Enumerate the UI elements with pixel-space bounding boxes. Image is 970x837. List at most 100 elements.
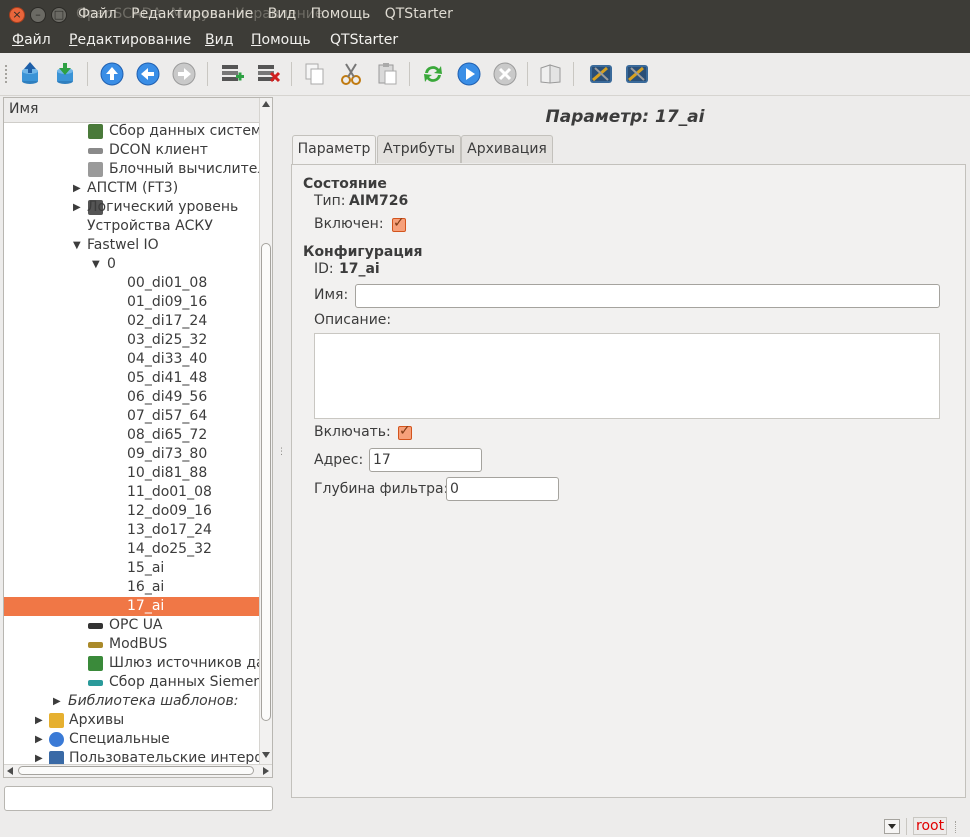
- copy-icon[interactable]: [302, 61, 328, 87]
- tab-attributes[interactable]: Атрибуты: [377, 135, 461, 163]
- to-enable-checkbox[interactable]: ✓: [398, 423, 412, 440]
- statusbar: root: [0, 813, 970, 837]
- tree-horizontal-scrollbar[interactable]: [4, 764, 272, 777]
- tree-item[interactable]: ▼ Fastwel IO: [4, 236, 260, 255]
- global-menu-file[interactable]: Файл: [78, 6, 117, 22]
- tree-item[interactable]: 02_di17_24: [4, 312, 260, 331]
- tree-item[interactable]: 13_do17_24: [4, 521, 260, 540]
- db-load-icon[interactable]: [17, 61, 43, 87]
- tree-item-label: 12_do09_16: [127, 503, 212, 519]
- global-menu-help[interactable]: Помощь: [311, 6, 371, 22]
- tree-item[interactable]: 00_di01_08: [4, 274, 260, 293]
- cut-icon[interactable]: [338, 61, 364, 87]
- expanded-arrow-icon[interactable]: ▼: [73, 236, 81, 255]
- window-minimize-button[interactable]: –: [30, 7, 46, 23]
- tree-item[interactable]: ▶ Логический уровень: [4, 198, 260, 217]
- tree-item[interactable]: 05_di41_48: [4, 369, 260, 388]
- address-field[interactable]: 17: [369, 448, 482, 472]
- tree-item[interactable]: ▼ 0: [4, 255, 260, 274]
- menu-edit[interactable]: Редактирование: [69, 32, 191, 48]
- tree-item[interactable]: 09_di73_80: [4, 445, 260, 464]
- menubar: Файл Редактирование Вид Помощь QTStarter: [0, 30, 970, 53]
- collapsed-arrow-icon[interactable]: ▶: [73, 198, 81, 217]
- delete-item-icon[interactable]: [255, 61, 281, 87]
- forward-icon[interactable]: [171, 61, 197, 87]
- qtcfg-icon[interactable]: [588, 61, 614, 87]
- tree-item[interactable]: ModBUS: [4, 635, 260, 654]
- tree-item[interactable]: ▶ Библиотека шаблонов:: [4, 692, 260, 711]
- toolbar-grip[interactable]: [5, 65, 10, 83]
- tree-item[interactable]: 04_di33_40: [4, 350, 260, 369]
- stop-icon[interactable]: [492, 61, 518, 87]
- status-user[interactable]: root: [913, 817, 947, 835]
- tree-item[interactable]: Устройства АСКУ: [4, 217, 260, 236]
- paste-icon[interactable]: [374, 61, 400, 87]
- description-textarea[interactable]: [314, 333, 940, 419]
- tree-item[interactable]: ▶ АПСТМ (FT3): [4, 179, 260, 198]
- tree-item[interactable]: 14_do25_32: [4, 540, 260, 559]
- help-icon[interactable]: [538, 61, 564, 87]
- menu-help[interactable]: Помощь: [251, 32, 311, 48]
- page-title: Параметр: 17_ai: [545, 107, 705, 127]
- start-icon[interactable]: [456, 61, 482, 87]
- tree-item[interactable]: 01_di09_16: [4, 293, 260, 312]
- tree-item-label: 09_di73_80: [127, 446, 208, 462]
- tree-vscroll-thumb[interactable]: [261, 243, 271, 721]
- tab-archiving[interactable]: Архивация: [461, 135, 553, 163]
- tree-item[interactable]: 12_do09_16: [4, 502, 260, 521]
- window-close-button[interactable]: ×: [9, 7, 25, 23]
- collapsed-arrow-icon[interactable]: ▶: [35, 711, 43, 730]
- enabled-checkbox[interactable]: ✓: [392, 215, 406, 232]
- global-menu-qtstarter[interactable]: QTStarter: [385, 6, 453, 22]
- tree-item[interactable]: 11_do01_08: [4, 483, 260, 502]
- resize-grip[interactable]: [955, 821, 968, 833]
- tree-item[interactable]: ▶ Специальные: [4, 730, 260, 749]
- window-maximize-button[interactable]: □: [51, 7, 67, 23]
- tree-item[interactable]: Блочный вычислитель: [4, 160, 272, 179]
- panel-splitter[interactable]: ⋮: [276, 97, 286, 809]
- tree-item[interactable]: 16_ai: [4, 578, 260, 597]
- global-menu-view[interactable]: Вид: [268, 6, 296, 22]
- scroll-left-icon[interactable]: [7, 767, 13, 775]
- collapsed-arrow-icon[interactable]: ▶: [53, 692, 61, 711]
- filter-depth-field[interactable]: 0: [446, 477, 559, 501]
- add-item-icon[interactable]: [219, 61, 245, 87]
- tree-column-header[interactable]: Имя: [4, 98, 260, 123]
- up-icon[interactable]: [99, 61, 125, 87]
- tree-item[interactable]: DCON клиент: [4, 141, 260, 160]
- window-titlebar: × – □ OpenSCADA: Модуль: Управление Файл…: [0, 0, 970, 30]
- scroll-up-icon[interactable]: [262, 101, 270, 107]
- menu-view[interactable]: Вид: [205, 32, 233, 48]
- tree-item[interactable]: OPC UA: [4, 616, 260, 635]
- scroll-down-icon[interactable]: [262, 752, 270, 758]
- global-menu-edit[interactable]: Редактирование: [131, 6, 253, 22]
- tree-item[interactable]: 06_di49_56: [4, 388, 260, 407]
- menu-qtstarter[interactable]: QTStarter: [330, 32, 398, 48]
- status-dropdown-button[interactable]: [884, 819, 900, 834]
- name-field[interactable]: [355, 284, 940, 308]
- tree-filter-input[interactable]: [4, 786, 273, 811]
- tree-item[interactable]: Сбор данных Siemens: [4, 673, 269, 692]
- tree-hscroll-thumb[interactable]: [18, 766, 254, 775]
- tree-item[interactable]: 17_ai: [4, 597, 260, 616]
- tree-item[interactable]: 15_ai: [4, 559, 260, 578]
- qtcfg2-icon[interactable]: [624, 61, 650, 87]
- tree-item[interactable]: ▶ Архивы: [4, 711, 260, 730]
- tree-item[interactable]: 03_di25_32: [4, 331, 260, 350]
- tree-item[interactable]: Сбор данных системы: [4, 122, 272, 141]
- tree-item-label: ModBUS: [109, 636, 168, 652]
- refresh-icon[interactable]: [420, 61, 446, 87]
- db-save-icon[interactable]: [52, 61, 78, 87]
- collapsed-arrow-icon[interactable]: ▶: [35, 730, 43, 749]
- tree-vertical-scrollbar[interactable]: [259, 98, 272, 765]
- menu-file[interactable]: Файл: [12, 32, 51, 48]
- collapsed-arrow-icon[interactable]: ▶: [73, 179, 81, 198]
- expanded-arrow-icon[interactable]: ▼: [92, 255, 100, 274]
- tab-parameter[interactable]: Параметр: [292, 135, 376, 165]
- back-icon[interactable]: [135, 61, 161, 87]
- tree-item[interactable]: 07_di57_64: [4, 407, 260, 426]
- tree-item[interactable]: 10_di81_88: [4, 464, 260, 483]
- tree-item[interactable]: Шлюз источников данных: [4, 654, 272, 673]
- scroll-right-icon[interactable]: [263, 767, 269, 775]
- tree-item[interactable]: 08_di65_72: [4, 426, 260, 445]
